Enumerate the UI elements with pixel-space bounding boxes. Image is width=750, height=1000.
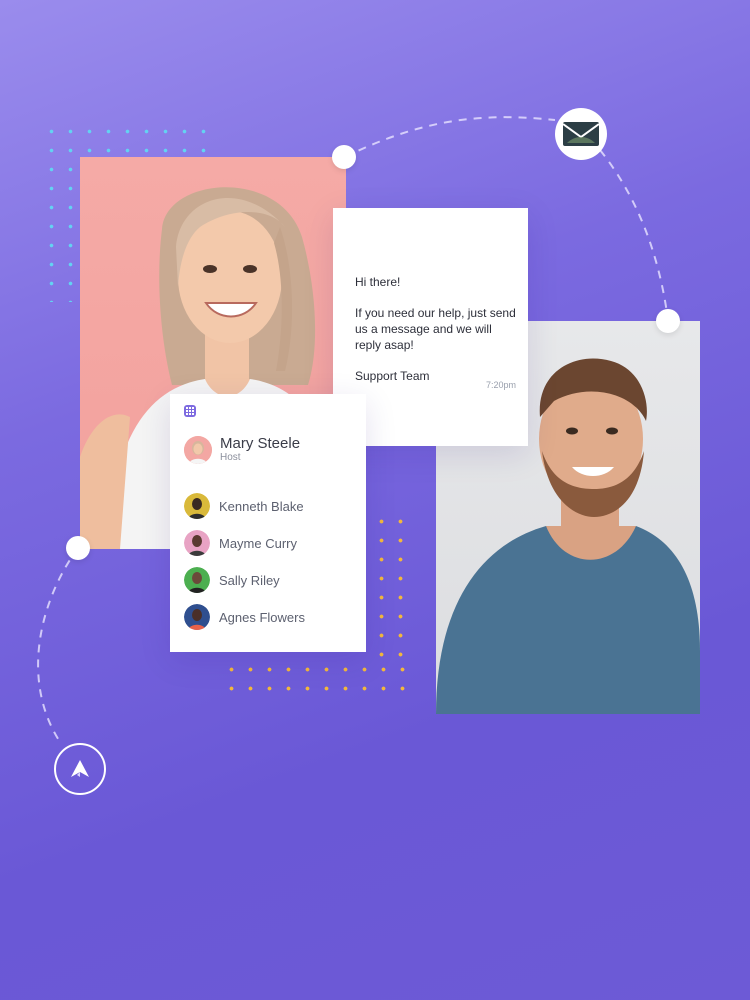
participant-item[interactable]: Sally Riley: [184, 567, 280, 593]
avatar: [184, 530, 210, 556]
connector-dot: [332, 145, 356, 169]
participant-item[interactable]: Agnes Flowers: [184, 604, 305, 630]
avatar: [184, 567, 210, 593]
decorative-dot-grid-yellow-vertical: [372, 512, 410, 662]
avatar: [184, 604, 210, 630]
paper-plane-badge[interactable]: [54, 743, 106, 795]
avatar: [184, 493, 210, 519]
participant-item[interactable]: Mayme Curry: [184, 530, 297, 556]
envelope-badge[interactable]: [555, 108, 607, 160]
grid-icon[interactable]: [184, 405, 196, 417]
message-timestamp: 7:20pm: [485, 380, 516, 390]
participants-card: Mary Steele Host Kenneth Blake Mayme Cur…: [170, 394, 366, 652]
participant-name: Kenneth Blake: [219, 498, 304, 514]
message-greeting: Hi there!: [355, 275, 401, 289]
host-name: Mary Steele: [220, 435, 301, 452]
participant-item[interactable]: Kenneth Blake: [184, 493, 304, 519]
host-avatar: [184, 436, 212, 464]
host-role: Host: [220, 452, 241, 463]
message-body: If you need our help, just send us a mes…: [355, 306, 516, 352]
participant-name: Agnes Flowers: [219, 609, 305, 625]
connector-dot: [656, 309, 680, 333]
participant-name: Mayme Curry: [219, 535, 298, 551]
host-row[interactable]: Mary Steele Host: [184, 436, 300, 464]
connector-dot: [66, 536, 90, 560]
decorative-dot-grid-yellow-horizontal: [222, 660, 412, 698]
paper-plane-icon: [71, 760, 89, 777]
participant-name: Sally Riley: [219, 572, 280, 588]
envelope-icon: [562, 122, 600, 146]
